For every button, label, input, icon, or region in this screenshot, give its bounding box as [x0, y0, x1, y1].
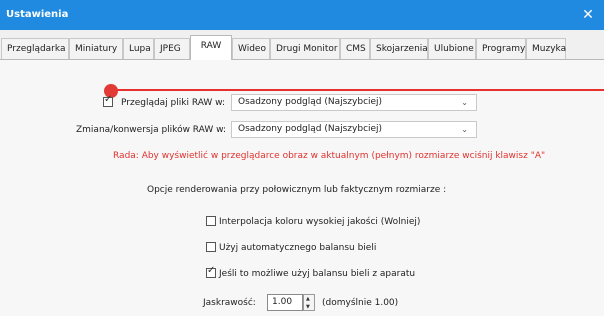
title-bar: Ustawienia ✕ — [0, 0, 604, 30]
tab-ulubione[interactable]: Ulubione — [428, 38, 476, 59]
convert-raw-select[interactable]: Osadzony podgląd (Najszybciej) ⌄ — [231, 121, 477, 138]
tab-wideo[interactable]: Wideo — [232, 38, 270, 59]
tab-raw[interactable]: RAW — [190, 35, 232, 60]
annotation-line — [111, 89, 604, 91]
chevron-down-icon: ⌄ — [461, 125, 468, 134]
tab-miniatury[interactable]: Miniatury — [69, 38, 123, 59]
browse-raw-checkbox[interactable]: ✓ — [103, 94, 113, 107]
camera-wb-checkbox[interactable]: ✓ — [206, 265, 216, 278]
tab-lupa[interactable]: Lupa — [123, 38, 154, 59]
close-icon[interactable]: ✕ — [578, 5, 598, 25]
render-options-heading: Opcje renderowania przy połowicznym lub … — [147, 185, 447, 195]
hint-text: Rada: Aby wyświetlić w przeglądarce obra… — [113, 151, 546, 161]
convert-raw-label: Zmiana/konwersja plików RAW w: — [76, 125, 227, 135]
tab-cms[interactable]: CMS — [340, 38, 370, 59]
browse-raw-value: Osadzony podgląd (Najszybciej) — [238, 97, 383, 107]
spin-up-icon[interactable]: ▲ — [306, 296, 310, 302]
checkmark-icon: ✓ — [104, 94, 113, 105]
chevron-down-icon: ⌄ — [461, 98, 468, 107]
browse-raw-select[interactable]: Osadzony podgląd (Najszybciej) ⌄ — [231, 94, 477, 111]
checkmark-icon: ✓ — [207, 265, 216, 276]
brightness-label: Jaskrawość: — [203, 298, 256, 308]
brightness-input[interactable]: 1.00 — [267, 294, 303, 311]
auto-wb-label: Użyj automatycznego balansu bieli — [219, 243, 377, 253]
hq-interpolation-checkbox[interactable] — [206, 216, 216, 226]
tab-skojarzenia[interactable]: Skojarzenia — [370, 38, 428, 59]
browse-raw-label: Przeglądaj pliki RAW w: — [121, 98, 226, 108]
tab-przegladarka[interactable]: Przeglądarka — [1, 38, 69, 59]
camera-wb-label: Jeśli to możliwe użyj balansu bieli z ap… — [219, 269, 416, 279]
brightness-default-label: (domyślnie 1.00) — [322, 298, 399, 308]
raw-settings-panel: ✓ Przeglądaj pliki RAW w: Osadzony podgl… — [0, 60, 604, 316]
spin-down-icon[interactable]: ▼ — [306, 304, 310, 310]
tab-bar: Przeglądarka Miniatury Lupa JPEG RAW Wid… — [0, 30, 604, 60]
auto-wb-checkbox[interactable] — [206, 242, 216, 252]
window-title: Ustawienia — [6, 9, 69, 20]
brightness-stepper[interactable]: ▲ ▼ — [303, 294, 315, 311]
tab-jpeg[interactable]: JPEG — [154, 38, 190, 59]
convert-raw-value: Osadzony podgląd (Najszybciej) — [238, 124, 383, 134]
tab-muzyka[interactable]: Muzyka — [526, 38, 566, 59]
tab-drugi-monitor[interactable]: Drugi Monitor — [270, 38, 340, 59]
tab-programy[interactable]: Programy — [476, 38, 526, 59]
hq-interpolation-label: Interpolacja koloru wysokiej jakości (Wo… — [219, 217, 421, 227]
